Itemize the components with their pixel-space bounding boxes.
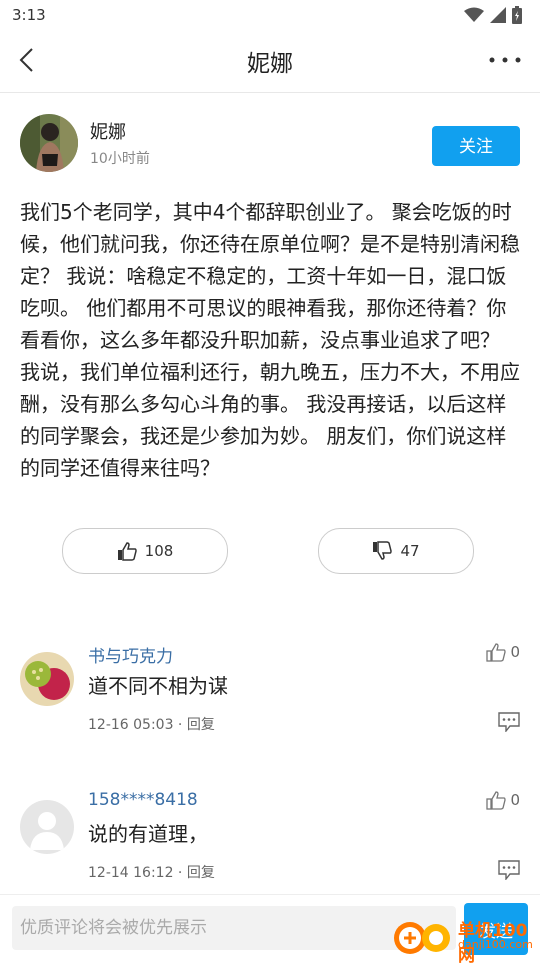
comment-input[interactable] <box>12 906 456 950</box>
comment-like-button[interactable]: 0 <box>486 790 520 810</box>
author-name[interactable]: 妮娜 <box>90 118 126 144</box>
comment-meta: 12-16 05:03 · 回复 <box>88 714 215 734</box>
commenter-name[interactable]: 书与巧克力 <box>88 642 173 667</box>
comment-meta: 12-14 16:12 · 回复 <box>88 862 215 882</box>
status-time: 3:13 <box>12 6 46 24</box>
commenter-avatar[interactable] <box>20 800 74 854</box>
site-watermark: 单机100网 danji100.com <box>392 914 538 966</box>
thumbs-up-outline-icon <box>486 791 507 810</box>
post-content: 我们5个老同学，其中4个都辞职创业了。 聚会吃饭的时候，他们就问我，你还待在原单… <box>20 200 520 480</box>
comment-like-count: 0 <box>510 643 520 661</box>
like-button[interactable]: 108 <box>62 528 228 574</box>
post-time: 10小时前 <box>90 151 150 167</box>
battery-icon <box>512 6 522 24</box>
meta-separator: · <box>173 865 187 881</box>
status-icons <box>464 6 522 24</box>
comment-item: 158****8418 说的有道理， 12-14 16:12 · 回复 0 <box>20 790 522 910</box>
comment-bubble-icon[interactable] <box>498 860 520 880</box>
reply-link[interactable]: 回复 <box>187 865 215 881</box>
page-title: 妮娜 <box>247 51 293 77</box>
commenter-avatar[interactable] <box>20 652 74 706</box>
author-avatar[interactable] <box>20 114 78 172</box>
comment-text: 道不同不相为谋 <box>88 674 228 698</box>
wifi-icon <box>464 7 484 22</box>
more-options-icon[interactable] <box>488 50 522 70</box>
like-count: 108 <box>144 542 174 560</box>
comment-like-button[interactable]: 0 <box>486 642 520 662</box>
status-bar: 3:13 <box>0 0 540 32</box>
comment-like-count: 0 <box>510 791 520 809</box>
thumbs-up-icon <box>117 542 137 561</box>
comment-date: 12-14 16:12 <box>88 865 174 881</box>
watermark-subtext: danji100.com <box>458 938 533 951</box>
reply-link[interactable]: 回复 <box>187 717 215 733</box>
post-author-row: 妮娜 10小时前 关注 <box>20 114 520 174</box>
comment-text: 说的有道理， <box>88 822 208 846</box>
nav-bar: 妮娜 <box>0 32 540 93</box>
signal-icon <box>490 7 506 23</box>
thumbs-down-icon <box>373 541 393 560</box>
comment-bubble-icon[interactable] <box>498 712 520 732</box>
comment-date: 12-16 05:03 <box>88 717 174 733</box>
watermark-logo-icon <box>394 922 450 954</box>
thumbs-up-outline-icon <box>486 643 507 662</box>
follow-button[interactable]: 关注 <box>432 126 520 166</box>
comment-item: 书与巧克力 道不同不相为谋 12-16 05:03 · 回复 0 <box>20 642 522 762</box>
dislike-count: 47 <box>400 542 420 560</box>
dislike-button[interactable]: 47 <box>318 528 474 574</box>
commenter-name[interactable]: 158****8418 <box>88 790 198 810</box>
meta-separator: · <box>173 717 187 733</box>
